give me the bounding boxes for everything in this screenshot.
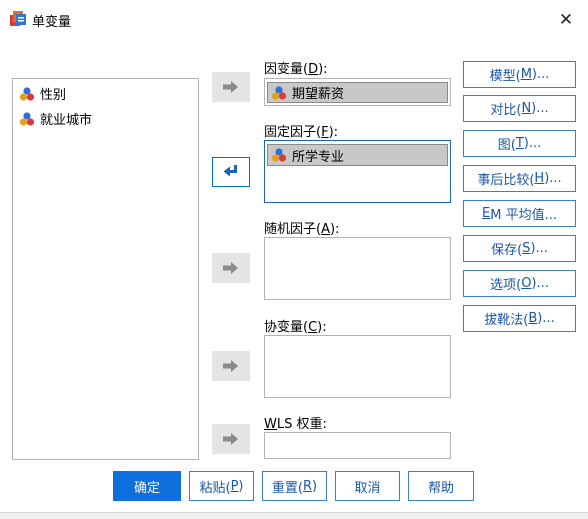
random-factors-label-text: 随机因子( — [264, 222, 322, 237]
dependent-value[interactable]: 期望薪资 — [267, 82, 448, 103]
move-from-fixed-button[interactable] — [212, 157, 250, 187]
post-hoc-button[interactable]: 事后比较(H)... — [463, 165, 576, 192]
bootstrap-button-mnemonic: B — [528, 311, 538, 326]
options-button-suffix: )... — [531, 276, 549, 291]
random-factors-label: 随机因子(A): — [264, 218, 339, 237]
save-button-label: 保存( — [491, 243, 523, 258]
covariates-label-text: 协变量( — [264, 320, 309, 335]
options-button[interactable]: 选项(O)... — [463, 270, 576, 297]
nominal-variable-icon — [271, 148, 287, 162]
arrow-right-icon — [223, 360, 238, 372]
fixed-factors-list[interactable]: 所学专业 — [264, 140, 451, 203]
window-title: 单变量 — [32, 15, 72, 30]
list-item-label: 就业城市 — [40, 113, 93, 128]
bootstrap-button-suffix: )... — [537, 311, 555, 326]
wls-weight-field[interactable] — [264, 432, 451, 459]
dependent-field[interactable]: 期望薪资 — [264, 78, 451, 106]
dependent-label-text: 因变量( — [264, 62, 309, 77]
wls-weight-label-text: LS 权重: — [276, 417, 327, 432]
title-bar: 单变量 ✕ — [0, 0, 588, 40]
save-button-mnemonic: S — [522, 241, 531, 256]
nominal-variable-icon — [19, 111, 35, 126]
list-item[interactable]: 就业城市 — [19, 109, 92, 128]
options-button-label: 选项( — [490, 278, 522, 293]
cancel-button[interactable]: 取消 — [335, 471, 400, 501]
post-hoc-button-mnemonic: H — [534, 171, 545, 186]
contrast-button-label: 对比( — [490, 103, 522, 118]
plots-button[interactable]: 图(T)... — [463, 130, 576, 157]
wls-weight-label: WLS 权重: — [264, 413, 327, 432]
source-variable-list[interactable]: 性别 就业城市 — [12, 78, 199, 460]
ok-button[interactable]: 确定 — [113, 471, 181, 501]
covariates-label-suffix: ): — [317, 320, 327, 335]
random-factors-label-mnemonic: A — [321, 222, 330, 237]
paste-button-label: 粘贴( — [199, 480, 231, 496]
save-button-suffix: )... — [530, 241, 548, 256]
list-item[interactable]: 所学专业 — [267, 144, 448, 166]
covariates-list[interactable] — [264, 335, 451, 398]
fixed-factors-label-suffix: ): — [328, 125, 339, 140]
arrow-right-icon — [223, 81, 238, 93]
model-button-label: 模型( — [489, 69, 521, 84]
em-means-button[interactable]: EM 平均值... — [463, 200, 576, 227]
dependent-label-suffix: ): — [318, 62, 328, 77]
move-to-wls-button[interactable] — [212, 424, 250, 454]
ok-button-label: 确定 — [133, 480, 160, 496]
wls-weight-label-mnemonic: W — [264, 417, 277, 432]
list-item[interactable]: 性别 — [19, 84, 66, 103]
contrast-button[interactable]: 对比(N)... — [463, 95, 576, 122]
save-button[interactable]: 保存(S)... — [463, 235, 576, 262]
plots-button-mnemonic: T — [515, 136, 524, 151]
fixed-factors-label-text: 固定因子( — [264, 125, 322, 140]
list-item-label: 所学专业 — [292, 149, 345, 165]
close-icon[interactable]: ✕ — [544, 0, 588, 40]
background-strip — [0, 512, 588, 519]
em-means-button-mnemonic: E — [482, 206, 491, 221]
bootstrap-button[interactable]: 拔靴法(B)... — [463, 305, 576, 332]
contrast-button-mnemonic: N — [521, 101, 532, 116]
options-button-mnemonic: O — [521, 276, 532, 291]
plots-button-label: 图( — [497, 138, 516, 153]
arrow-right-icon — [223, 262, 238, 274]
covariates-label-mnemonic: C — [308, 320, 318, 335]
move-to-covariate-button[interactable] — [212, 351, 250, 381]
spss-app-icon — [10, 11, 26, 26]
fixed-factors-label: 固定因子(F): — [264, 121, 338, 140]
post-hoc-button-label: 事后比较( — [477, 173, 535, 188]
paste-button-suffix: ) — [238, 478, 244, 494]
random-factors-label-suffix: ): — [329, 222, 340, 237]
arrow-right-icon — [223, 433, 238, 445]
list-item-label: 性别 — [40, 88, 67, 103]
contrast-button-suffix: )... — [531, 101, 549, 116]
reset-button-mnemonic: R — [302, 478, 313, 494]
model-button-suffix: )... — [531, 67, 550, 82]
random-factors-list[interactable] — [264, 237, 451, 300]
nominal-variable-icon — [271, 85, 287, 100]
em-means-button-label: M 平均值... — [490, 208, 557, 223]
reset-button-label: 重置( — [271, 480, 303, 496]
move-to-dependent-button[interactable] — [212, 72, 250, 102]
reset-button[interactable]: 重置(R) — [262, 471, 327, 501]
arrow-left-icon — [223, 165, 237, 177]
paste-button-mnemonic: P — [230, 478, 239, 494]
move-to-random-button[interactable] — [212, 253, 250, 283]
bootstrap-button-label: 拔靴法( — [484, 313, 529, 328]
plots-button-suffix: )... — [523, 136, 542, 151]
dependent-value-label: 期望薪资 — [292, 87, 345, 102]
dependent-label: 因变量(D): — [264, 58, 328, 77]
reset-button-suffix: ) — [312, 478, 318, 494]
help-button[interactable]: 帮助 — [408, 471, 474, 501]
post-hoc-button-suffix: )... — [544, 171, 562, 186]
fixed-factors-label-mnemonic: F — [321, 125, 329, 140]
model-button[interactable]: 模型(M)... — [463, 61, 576, 88]
nominal-variable-icon — [19, 86, 35, 101]
covariates-label: 协变量(C): — [264, 316, 327, 335]
dependent-label-mnemonic: D — [308, 62, 319, 77]
paste-button[interactable]: 粘贴(P) — [189, 471, 254, 501]
cancel-button-label: 取消 — [354, 480, 381, 496]
help-button-label: 帮助 — [427, 480, 454, 496]
model-button-mnemonic: M — [520, 67, 532, 82]
